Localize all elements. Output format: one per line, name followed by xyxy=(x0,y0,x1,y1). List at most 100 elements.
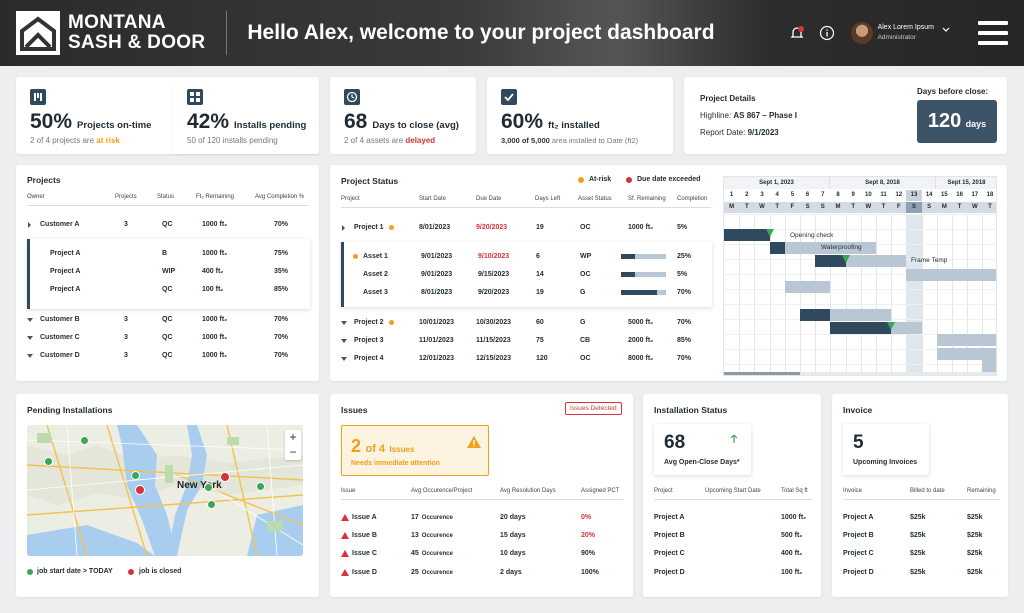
gantt-task-bar[interactable] xyxy=(936,348,996,360)
gantt-task-bar[interactable] xyxy=(830,309,892,321)
gantt-week-header: Sept 8, 2018 xyxy=(830,177,936,189)
issues-note: Needs immediate attention xyxy=(351,460,441,467)
invoice-cell: Project A xyxy=(843,514,874,521)
remaining-cell: 1000 ft₂ xyxy=(202,221,228,228)
gantt-day-label: 7 xyxy=(821,192,825,198)
hamburger-menu-icon[interactable] xyxy=(978,21,1008,45)
occurence-value: 13 xyxy=(411,532,419,539)
map-pin-green[interactable] xyxy=(207,500,216,509)
gantt-day-label: 8 xyxy=(836,192,840,198)
table-row[interactable] xyxy=(330,315,715,331)
collapse-chevron-icon[interactable] xyxy=(27,336,33,340)
gantt-day-label: 15 xyxy=(941,192,948,198)
logo[interactable]: MONTANA SASH & DOOR xyxy=(16,11,205,55)
map-pin-green[interactable] xyxy=(204,483,213,492)
gantt-day-label: 1 xyxy=(729,192,734,198)
due-date-cell: 9/20/2023 xyxy=(476,224,508,231)
kpi-label: Projects on-time xyxy=(77,120,152,131)
gantt-task-bar[interactable] xyxy=(830,322,892,334)
map-pin-red[interactable] xyxy=(220,472,230,482)
gantt-gridline xyxy=(876,214,877,375)
gantt-task-bar[interactable] xyxy=(906,269,996,281)
map-pin-green[interactable] xyxy=(44,457,53,466)
col-start-date: Start Date xyxy=(419,196,447,202)
kpi-sub-highlight: delayed xyxy=(405,136,436,145)
project-name-cell: Project 4 xyxy=(354,355,384,362)
issue-name-cell: Issue C xyxy=(352,550,377,557)
days-left-cell: 60 xyxy=(536,319,544,326)
gantt-task-bar[interactable] xyxy=(784,281,831,293)
remaining-cell: $25k xyxy=(967,569,983,576)
notification-bell-icon[interactable] xyxy=(789,25,805,41)
collapse-chevron-icon[interactable] xyxy=(27,318,33,322)
map-pin-green[interactable] xyxy=(131,471,140,480)
clock-icon xyxy=(344,89,360,105)
map-pin-green[interactable] xyxy=(256,482,265,491)
collapse-chevron-icon[interactable] xyxy=(341,339,347,343)
highline-value: AS 867 – Phase I xyxy=(733,111,797,120)
expand-chevron-icon[interactable] xyxy=(28,222,31,228)
occurence-unit: Occurence xyxy=(421,570,453,576)
kpi-sub: 50 of 120 installs pending xyxy=(187,136,278,145)
gantt-task-bar[interactable] xyxy=(845,255,907,267)
gantt-task-bar[interactable] xyxy=(769,242,785,254)
top-header: MONTANA SASH & DOOR Hello Alex, welcome t… xyxy=(0,0,1024,66)
table-row[interactable] xyxy=(330,220,715,236)
gantt-dow-label: S xyxy=(800,202,816,213)
installation-status-title: Installation Status xyxy=(654,405,728,415)
status-cell: B xyxy=(162,250,168,257)
table-row[interactable] xyxy=(330,333,715,349)
col-due-date: Due Date xyxy=(476,196,502,202)
at-risk-dot-icon xyxy=(389,320,394,325)
occurence-value: 17 xyxy=(411,514,419,521)
kpi-sub-highlight: at risk xyxy=(96,136,120,145)
gantt-dow-label: W xyxy=(967,202,983,213)
issue-name-cell: Issue B xyxy=(352,532,377,539)
collapse-chevron-icon[interactable] xyxy=(27,354,33,358)
highline-label: Highline: xyxy=(700,111,732,120)
avg-open-close-value: 68 xyxy=(664,432,686,453)
collapse-chevron-icon[interactable] xyxy=(341,357,347,361)
occurence-cell: 25 Occurence xyxy=(411,569,453,576)
occurence-value: 45 xyxy=(411,550,419,557)
project-name-cell: Project 3 xyxy=(354,337,384,344)
days-unit: days xyxy=(965,119,987,129)
project-cell: Project D xyxy=(654,569,685,576)
owner-cell: Project A xyxy=(50,268,81,275)
gantt-dow-label: F xyxy=(891,202,907,213)
issues-of: of 4 xyxy=(365,443,386,455)
gantt-scrollbar-thumb[interactable] xyxy=(724,372,800,375)
map-pin-red[interactable] xyxy=(135,485,145,495)
status-cell: WIP xyxy=(162,268,176,275)
project-name-cell: Asset 3 xyxy=(363,289,388,296)
report-date-label: Report Date: xyxy=(700,128,746,137)
info-icon[interactable] xyxy=(819,25,835,41)
progress-bar xyxy=(621,254,666,259)
col-completion: Completion xyxy=(677,196,708,202)
zoom-out-button[interactable]: − xyxy=(285,445,301,460)
avatar xyxy=(850,22,873,44)
billed-cell: $25k xyxy=(910,532,926,539)
milestone-icon xyxy=(765,229,774,237)
gantt-task-bar[interactable] xyxy=(891,322,922,334)
asset-status-cell: OC xyxy=(580,355,591,362)
gantt-task-bar[interactable] xyxy=(724,229,770,241)
map[interactable]: New York + − xyxy=(27,425,303,556)
at-risk-dot-icon xyxy=(353,254,358,259)
asset-status-cell: OC xyxy=(580,224,591,231)
gantt-task-label: Frame Temp xyxy=(911,257,948,264)
gantt-task-bar[interactable] xyxy=(982,360,996,372)
collapse-chevron-icon[interactable] xyxy=(341,321,347,325)
gantt-rowline xyxy=(724,289,996,290)
billed-cell: $25k xyxy=(910,569,926,576)
gantt-task-bar[interactable] xyxy=(936,334,996,346)
zoom-in-button[interactable]: + xyxy=(285,430,301,445)
table-row[interactable] xyxy=(330,351,715,367)
completion-cell: 70% xyxy=(677,355,692,362)
expand-chevron-icon[interactable] xyxy=(342,225,345,231)
sf-remaining-cell: 2000 ft₂ xyxy=(628,337,654,344)
gantt-week-header: Sept 15, 2018 xyxy=(936,177,996,189)
user-menu[interactable]: Alex Lorem Ipsum Administrator xyxy=(850,22,950,44)
gantt-task-bar[interactable] xyxy=(800,309,831,321)
map-pin-green[interactable] xyxy=(80,436,89,445)
